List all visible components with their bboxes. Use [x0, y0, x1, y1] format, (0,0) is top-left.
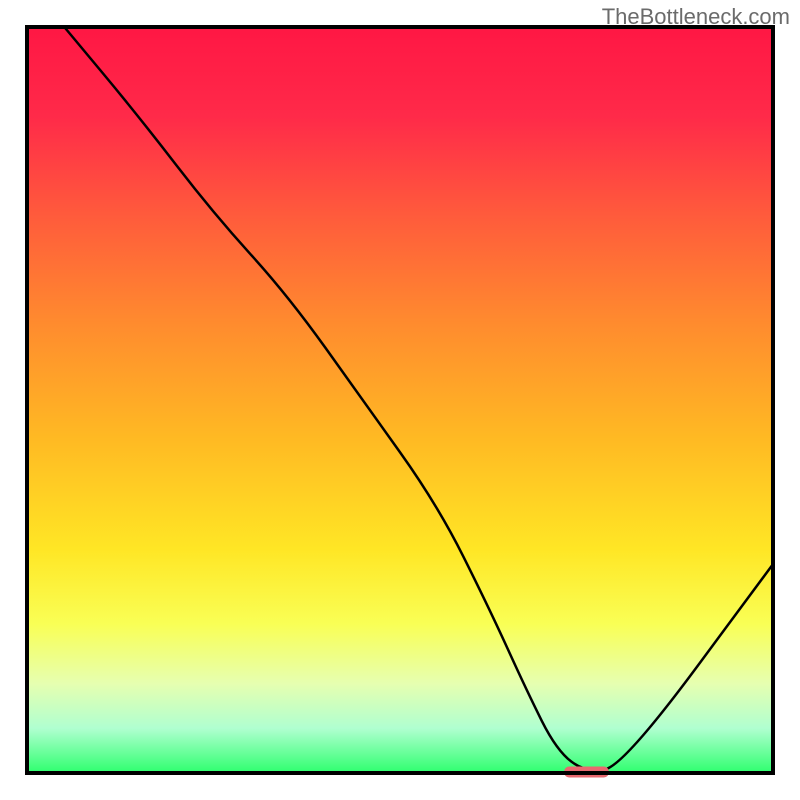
chart-container: TheBottleneck.com — [0, 0, 800, 800]
bottleneck-chart — [0, 0, 800, 800]
chart-background — [27, 27, 773, 773]
watermark-text: TheBottleneck.com — [602, 4, 790, 30]
